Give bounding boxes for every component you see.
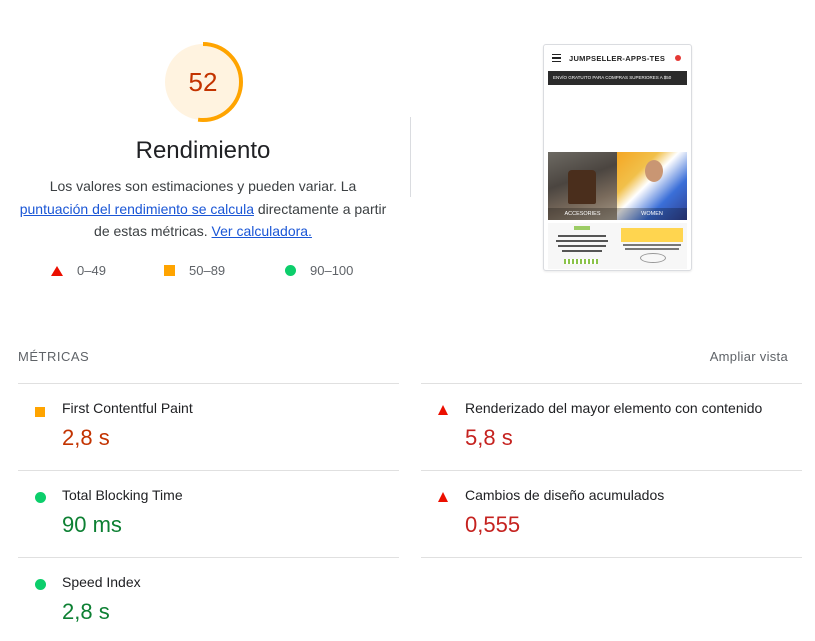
accessories-caption: ACCESORIES <box>548 208 617 220</box>
text-line <box>556 240 608 242</box>
screenshot-brand: JUMPSELLER-APPS-TES <box>569 53 666 63</box>
ornament-shape <box>640 253 666 263</box>
highlight-box <box>621 228 683 242</box>
metric-value: 2,8 s <box>62 599 110 624</box>
metric-name: Cambios de diseño acumulados <box>465 487 665 503</box>
decorative-bars <box>564 259 598 264</box>
score-calculation-link[interactable]: puntuación del rendimiento se calcula <box>20 201 254 217</box>
calculator-link[interactable]: Ver calculadora. <box>212 223 312 239</box>
score-legend: 0–49 50–89 90–100 <box>0 263 400 283</box>
metrics-title: MÉTRICAS <box>18 349 90 364</box>
hamburger-menu-icon <box>552 54 561 62</box>
legend-pass: 90–100 <box>285 263 353 278</box>
metric-value: 2,8 s <box>62 425 110 450</box>
screenshot-banner: ENVÍO GRATUITO PARA COMPRAS SUPERIORES A… <box>548 71 687 85</box>
metric-speed-index: Speed Index 2,8 s <box>18 558 398 638</box>
metric-value: 5,8 s <box>465 425 513 450</box>
triangle-red-icon <box>51 265 63 276</box>
metric-name: Total Blocking Time <box>62 487 183 503</box>
metric-total-blocking-time: Total Blocking Time 90 ms <box>18 471 398 551</box>
square-orange-icon <box>164 265 175 276</box>
triangle-red-icon <box>438 489 448 507</box>
women-caption: WOMEN <box>617 208 687 220</box>
vertical-divider <box>410 117 411 197</box>
final-screenshot[interactable]: JUMPSELLER-APPS-TES ENVÍO GRATUITO PARA … <box>543 44 692 271</box>
screenshot-header: JUMPSELLER-APPS-TES <box>544 45 691 71</box>
legend-range: 50–89 <box>189 263 226 278</box>
description-text: Los valores son estimaciones y pueden va… <box>49 178 357 194</box>
circle-green-icon <box>35 490 46 508</box>
mini-logo <box>574 226 590 230</box>
performance-description: Los valores son estimaciones y pueden va… <box>14 175 392 243</box>
text-line <box>558 245 606 247</box>
text-line <box>625 248 679 250</box>
cart-badge-icon <box>675 55 681 61</box>
legend-fail: 0–49 <box>51 263 106 278</box>
divider <box>421 557 802 558</box>
text-line <box>623 244 681 246</box>
expand-view-toggle[interactable]: Ampliar vista <box>710 349 788 364</box>
metric-name: Renderizado del mayor elemento con conte… <box>465 400 763 416</box>
circle-green-icon <box>285 265 296 276</box>
circle-green-icon <box>35 577 46 595</box>
legend-range: 90–100 <box>310 263 354 278</box>
square-orange-icon <box>35 404 45 422</box>
metric-value: 0,555 <box>465 512 521 537</box>
text-line <box>562 250 602 252</box>
triangle-red-icon <box>438 402 448 420</box>
performance-score: 52 <box>188 67 218 97</box>
performance-gauge: 52 <box>161 40 245 124</box>
text-line <box>558 235 606 237</box>
metric-name: First Contentful Paint <box>62 400 193 416</box>
metric-largest-contentful-paint: Renderizado del mayor elemento con conte… <box>421 384 801 464</box>
metric-name: Speed Index <box>62 574 141 590</box>
performance-title: Rendimiento <box>135 137 271 164</box>
face-shape <box>645 160 663 182</box>
metric-value: 90 ms <box>62 512 122 537</box>
backpack-shape <box>568 170 596 204</box>
legend-average: 50–89 <box>164 263 225 278</box>
legend-range: 0–49 <box>77 263 106 278</box>
metric-cumulative-layout-shift: Cambios de diseño acumulados 0,555 <box>421 471 801 551</box>
metric-first-contentful-paint: First Contentful Paint 2,8 s <box>18 384 398 464</box>
